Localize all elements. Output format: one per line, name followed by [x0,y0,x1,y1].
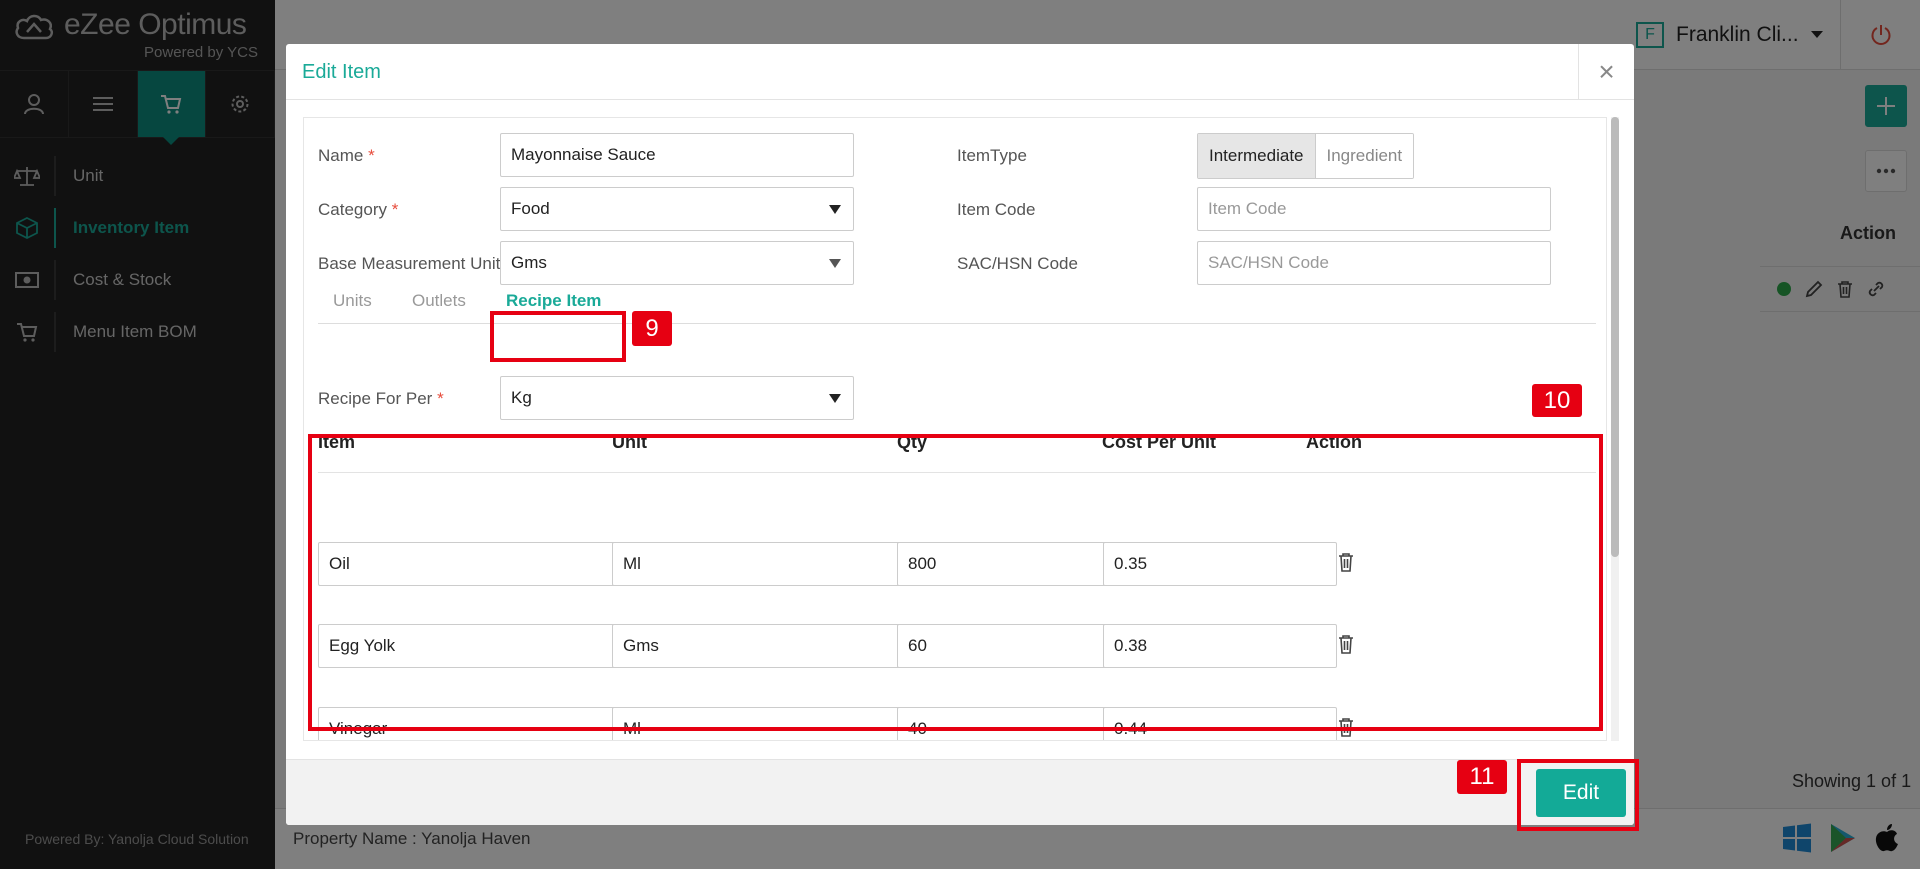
item-type-toggle: Intermediate Ingredient [1197,133,1415,179]
modal-scrollbar-thumb[interactable] [1611,117,1619,557]
item-type-label: ItemType [957,146,1027,165]
name-label: Name * [318,146,375,165]
category-label: Category * [318,200,399,219]
tab-units[interactable]: Units [333,278,372,324]
annotation-box-tab [490,311,626,362]
item-type-intermediate[interactable]: Intermediate [1198,134,1316,178]
base-unit-value: Gms [511,253,547,272]
recipe-for-per-select[interactable]: Kg [500,376,854,420]
annotation-label-11: 11 [1457,760,1507,794]
item-type-ingredient[interactable]: Ingredient [1315,134,1414,178]
tab-outlets[interactable]: Outlets [412,278,466,324]
caret-down-icon [829,259,841,268]
close-icon: × [1598,56,1615,87]
item-code-input[interactable] [1197,187,1551,231]
category-select[interactable]: Food [500,187,854,231]
base-unit-label: Base Measurement Unit * [318,254,512,273]
modal-title: Edit Item [302,61,381,83]
name-input[interactable] [500,133,854,177]
annotation-label-9: 9 [632,311,672,346]
annotation-box-button [1517,759,1639,831]
close-button[interactable]: × [1578,44,1634,100]
recipe-for-per-value: Kg [511,388,532,407]
annotation-box-grid [308,434,1603,731]
recipe-for-per-label: Recipe For Per * [318,389,444,408]
modal-header: Edit Item × [286,44,1634,100]
annotation-label-10: 10 [1532,384,1582,417]
category-value: Food [511,199,550,218]
sac-hsn-label: SAC/HSN Code [957,254,1078,273]
modal-footer [286,759,1634,825]
caret-down-icon [829,205,841,214]
caret-down-icon [829,394,841,403]
item-code-label: Item Code [957,200,1036,219]
